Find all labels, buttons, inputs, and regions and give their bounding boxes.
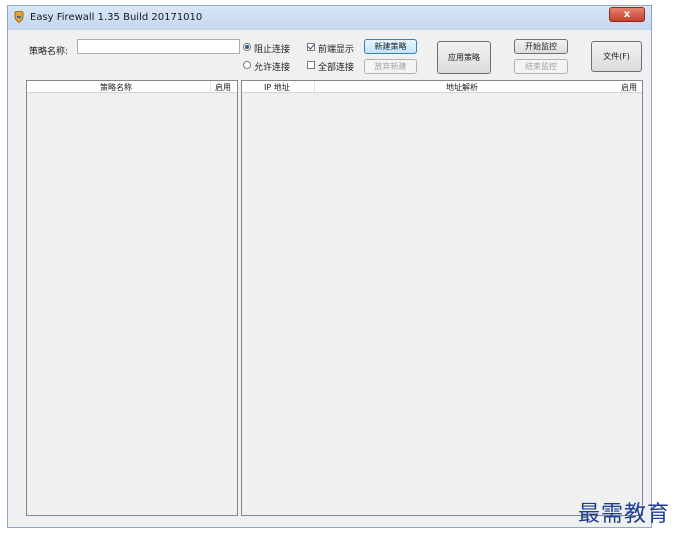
block-connection-label: 阻止连接 bbox=[254, 45, 291, 55]
column-ip-address[interactable]: IP 地址 bbox=[264, 82, 290, 93]
policy-list-header: 策略名称 启用 bbox=[27, 81, 237, 93]
file-menu-button[interactable]: 文件(F) bbox=[591, 41, 642, 72]
front-display-label: 前端显示 bbox=[318, 45, 355, 55]
policy-name-input[interactable] bbox=[77, 39, 240, 54]
connection-list-panel[interactable]: IP 地址 地址解析 启用 bbox=[241, 80, 643, 516]
policy-list-panel[interactable]: 策略名称 启用 bbox=[26, 80, 238, 516]
close-button[interactable]: x bbox=[609, 7, 645, 22]
block-connection-radio[interactable] bbox=[243, 43, 251, 51]
allow-connection-label: 允许连接 bbox=[254, 63, 291, 73]
column-separator bbox=[210, 81, 211, 92]
start-monitor-button[interactable]: 开始监控 bbox=[514, 39, 568, 54]
discard-new-button[interactable]: 放弃新建 bbox=[364, 59, 417, 74]
column-policy-enabled[interactable]: 启用 bbox=[215, 82, 231, 93]
watermark-text: 最需教育 bbox=[578, 502, 671, 527]
firewall-app-icon bbox=[14, 11, 24, 23]
policy-name-label: 策略名称: bbox=[29, 47, 69, 57]
column-address-resolve[interactable]: 地址解析 bbox=[446, 82, 478, 93]
allow-connection-radio[interactable] bbox=[243, 61, 251, 69]
column-policy-name[interactable]: 策略名称 bbox=[100, 82, 132, 93]
all-connections-checkbox[interactable] bbox=[307, 61, 315, 69]
front-display-checkbox[interactable] bbox=[307, 43, 315, 51]
window-title: Easy Firewall 1.35 Build 20171010 bbox=[30, 12, 203, 23]
title-bar: Easy Firewall 1.35 Build 20171010 x bbox=[8, 6, 651, 30]
apply-policy-button[interactable]: 应用策略 bbox=[437, 41, 491, 74]
new-policy-button[interactable]: 新建策略 bbox=[364, 39, 417, 54]
connection-list-header: IP 地址 地址解析 启用 bbox=[242, 81, 642, 93]
all-connections-label: 全部连接 bbox=[318, 63, 355, 73]
column-connection-enabled[interactable]: 启用 bbox=[621, 82, 637, 93]
column-separator bbox=[314, 81, 315, 92]
stop-monitor-button[interactable]: 结束监控 bbox=[514, 59, 568, 74]
app-window: Easy Firewall 1.35 Build 20171010 x 策略名称… bbox=[7, 5, 652, 528]
